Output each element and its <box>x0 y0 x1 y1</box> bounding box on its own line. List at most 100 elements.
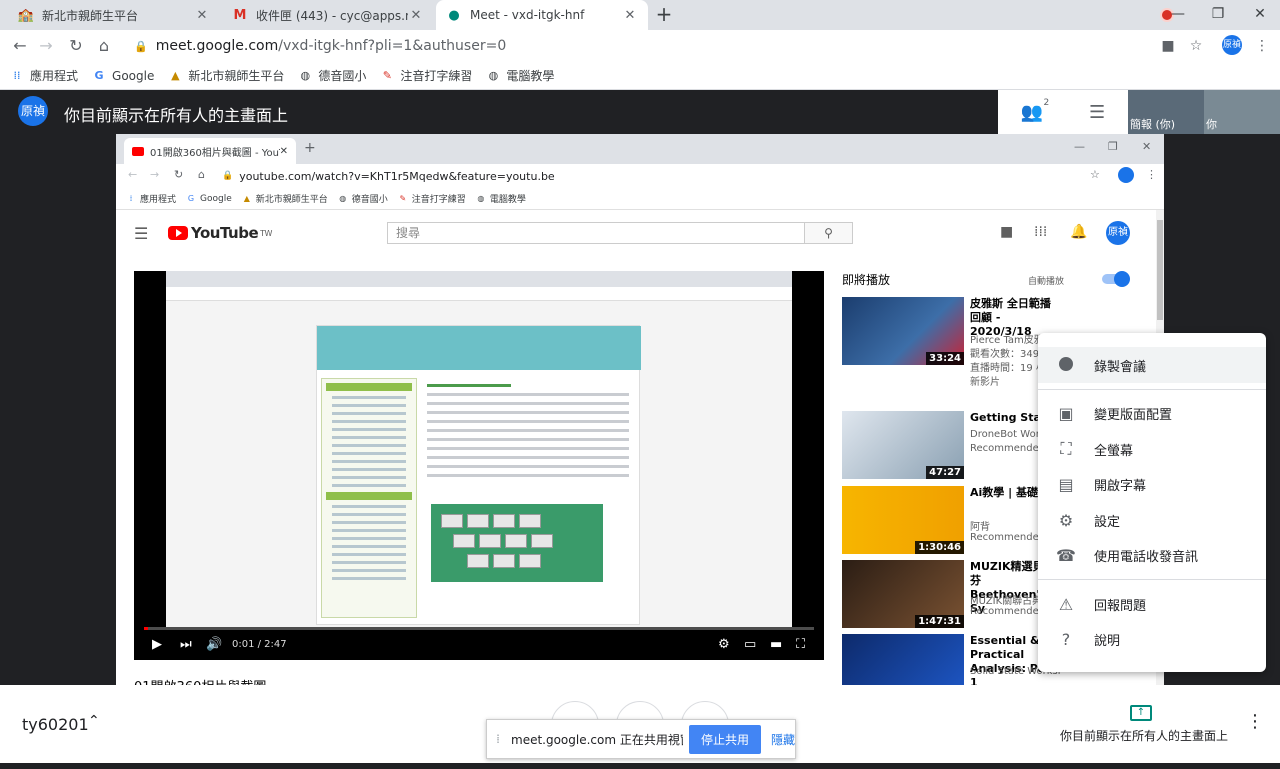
bookmark-computer[interactable]: ◍ 電腦教學 <box>486 67 555 84</box>
meeting-code: ty60201 <box>22 715 89 734</box>
bookmark-label: 應用程式 <box>30 69 79 83</box>
tab-gmail[interactable]: M 收件匣 (443) - cyc@apps.ntpc.e ✕ <box>222 0 434 30</box>
back-button[interactable]: ← <box>8 34 32 58</box>
globe-icon: ◍ <box>488 69 499 82</box>
kebab-menu-icon[interactable]: ⋮ <box>1252 36 1272 56</box>
menu-item-record[interactable]: 錄製會議 <box>1038 347 1266 383</box>
menu-item-settings[interactable]: ⚙ 設定 <box>1038 502 1266 538</box>
chat-icon[interactable]: ☰ <box>1089 102 1105 123</box>
meet-bottom-bar: ty60201 ⌃ ⁞ meet.google.com 正在共用視窗。 停止共用… <box>0 685 1280 763</box>
self-view-tile[interactable]: 簡報 (你) 你 <box>1128 90 1280 134</box>
shared-bookmark: ◍ 德音國小 <box>338 192 388 205</box>
close-icon[interactable]: ✕ <box>408 8 424 23</box>
minimize-button[interactable]: — <box>1158 0 1198 30</box>
back-icon: ← <box>128 168 138 181</box>
shared-tab-youtube: 01開啟360相片與截圖 - YouTube ✕ <box>124 138 296 164</box>
recommendation-thumbnail <box>842 634 964 685</box>
phone-audio-icon: ☎ <box>1056 545 1076 565</box>
reload-button[interactable]: ↻ <box>64 34 88 58</box>
bookmark-label: 電腦教學 <box>506 69 555 83</box>
meet-top-bar: 原禎 你目前顯示在所有人的主畫面上 👥 2 ☰ 簡報 (你) 你 <box>0 90 1280 134</box>
tab-meet[interactable]: ● Meet - vxd-itgk-hnf ✕ <box>436 0 1172 30</box>
minimize-icon: — <box>1074 140 1085 153</box>
more-options-icon[interactable]: ⋮ <box>1246 711 1264 732</box>
self-view-label: 簡報 (你) <box>1130 118 1176 131</box>
more-options-menu: 錄製會議 ▣ 變更版面配置 ⛶ 全螢幕 ▤ 開啟字幕 ⚙ 設定 ☎ 使用電話收發… <box>1038 333 1266 672</box>
bookmark-typing[interactable]: ✎ 注音打字練習 <box>380 67 473 84</box>
play-icon: ▶ <box>152 637 162 652</box>
shared-bookmark: G Google <box>186 194 232 204</box>
video-frame <box>166 271 792 627</box>
chevron-up-icon[interactable]: ⌃ <box>88 713 100 729</box>
close-icon[interactable]: ✕ <box>194 8 210 23</box>
close-window-button[interactable]: ✕ <box>1240 0 1280 30</box>
globe-icon: ◍ <box>339 194 347 203</box>
menu-item-label: 全螢幕 <box>1094 443 1134 459</box>
typing-icon: ✎ <box>382 69 392 82</box>
maximize-button[interactable]: ❐ <box>1198 0 1238 30</box>
url-host: meet.google.com <box>155 38 279 54</box>
menu-item-label: 使用電話收發音訊 <box>1094 549 1199 565</box>
bookmark-label: 電腦教學 <box>489 195 526 205</box>
reload-icon: ↻ <box>174 168 184 181</box>
youtube-avatar: 原禎 <box>1106 221 1130 245</box>
participants-icon[interactable]: 👥 2 <box>1021 98 1049 123</box>
bookmark-ntpc[interactable]: ▲ 新北市親師生平台 <box>168 67 284 84</box>
fullscreen-icon: ⛶ <box>1060 439 1072 458</box>
presenting-message: 你目前顯示在所有人的主畫面上 <box>64 106 289 125</box>
stop-sharing-button[interactable]: 停止共用 <box>688 724 761 754</box>
settings-icon: ⚙ <box>1058 510 1074 530</box>
youtube-icon <box>132 146 144 156</box>
browser-tab-strip: 🏫 新北市親師生平台 ✕ M 收件匣 (443) - cyc@apps.ntpc… <box>0 0 1280 30</box>
share-notice-text: meet.google.com 正在共用視窗。 <box>511 732 683 747</box>
youtube-region: TW <box>260 228 272 238</box>
hide-notice-button[interactable]: 隱藏 <box>771 731 795 748</box>
youtube-logo: YouTube TW <box>168 224 272 242</box>
shared-url: youtube.com/watch?v=KhT1r5Mqedw&feature=… <box>239 169 555 183</box>
typing-icon: ✎ <box>399 194 407 203</box>
player-controls: ▶ ⏭ 🔊 0:01 / 2:47 ⚙ ▭ ▬ ⛶ <box>134 627 824 660</box>
drag-handle-icon[interactable]: ⁞ <box>491 732 505 746</box>
window-bottom-edge <box>0 763 1280 769</box>
menu-item-label: 開啟字幕 <box>1094 478 1147 494</box>
lock-icon: 🔒 <box>222 171 234 181</box>
menu-item-fullscreen[interactable]: ⛶ 全螢幕 <box>1038 431 1266 467</box>
star-icon: ☆ <box>1090 168 1100 181</box>
tab-ntpc[interactable]: 🏫 新北市親師生平台 ✕ <box>8 0 220 30</box>
menu-item-phone-audio[interactable]: ☎ 使用電話收發音訊 <box>1038 537 1266 573</box>
video-player: ▶ ⏭ 🔊 0:01 / 2:47 ⚙ ▭ ▬ ⛶ <box>134 271 824 660</box>
forward-button[interactable]: → <box>34 34 58 58</box>
meet-icon: ● <box>448 7 460 23</box>
progress-bar <box>144 627 814 630</box>
bookmark-deyin[interactable]: ◍ 德音國小 <box>298 67 367 84</box>
bookmark-label: 新北市親師生平台 <box>255 195 328 205</box>
google-icon: G <box>187 194 195 203</box>
present-screen-icon[interactable]: ↑ <box>1130 705 1152 721</box>
new-tab-button[interactable]: + <box>652 4 676 26</box>
bell-icon: 🔔 <box>1070 224 1088 240</box>
star-icon[interactable]: ☆ <box>1186 36 1206 56</box>
up-next-heading: 即將播放 <box>842 273 891 287</box>
self-you-label: 你 <box>1206 118 1217 131</box>
bookmark-apps[interactable]: ⁞⁞ 應用程式 <box>10 67 79 84</box>
autoplay-toggle <box>1102 271 1130 287</box>
menu-item-captions[interactable]: ▤ 開啟字幕 <box>1038 466 1266 502</box>
record-icon <box>1038 356 1094 375</box>
search-icon: ⚲ <box>805 222 853 244</box>
presenting-status-label[interactable]: 你目前顯示在所有人的主畫面上 <box>1060 727 1228 744</box>
fullscreen-icon: ⛶ <box>796 637 806 652</box>
close-icon[interactable]: ✕ <box>622 8 638 23</box>
omnibox[interactable]: 🔒 meet.google.com/vxd-itgk-hnf?pli=1&aut… <box>122 33 1212 59</box>
hamburger-icon: ☰ <box>134 224 149 243</box>
menu-item-report[interactable]: ⚠ 回報問題 <box>1038 586 1266 622</box>
bookmark-google[interactable]: G Google <box>92 69 155 83</box>
shared-omnibox: 🔒 youtube.com/watch?v=KhT1r5Mqedw&featur… <box>222 167 1102 185</box>
profile-avatar[interactable]: 原禎 <box>1222 35 1242 55</box>
youtube-search-input: 搜尋 <box>387 222 805 244</box>
camera-icon[interactable]: ■ <box>1158 36 1178 56</box>
address-bar-row: ← → ↻ ⌂ 🔒 meet.google.com/vxd-itgk-hnf?p… <box>0 30 1280 62</box>
menu-item-help[interactable]: ? 說明 <box>1038 621 1266 657</box>
menu-item-layout[interactable]: ▣ 變更版面配置 <box>1038 395 1266 431</box>
home-button[interactable]: ⌂ <box>92 34 116 58</box>
tab-title: 收件匣 (443) - cyc@apps.ntpc.e <box>256 8 408 23</box>
